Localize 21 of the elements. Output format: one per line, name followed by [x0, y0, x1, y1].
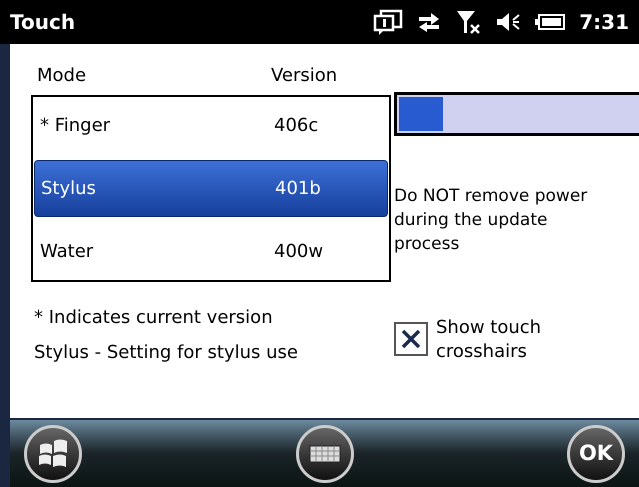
notification-icon[interactable]	[373, 9, 404, 35]
keyboard-button[interactable]	[296, 424, 354, 482]
check-x-icon	[400, 328, 422, 350]
connection-icon[interactable]	[417, 11, 442, 33]
clock: 7:31	[579, 9, 629, 36]
list-row[interactable]: Stylus 401b	[34, 160, 388, 218]
battery-icon[interactable]	[535, 14, 566, 30]
column-header: Mode	[36, 64, 88, 88]
list-row[interactable]: * Finger 406c	[34, 97, 388, 154]
mute-icon[interactable]	[495, 11, 522, 33]
warning-text: Do NOT remove power during the update process	[394, 185, 588, 256]
window-title: Touch	[10, 9, 76, 36]
column-header: Version	[271, 64, 338, 88]
keyboard-icon	[308, 444, 340, 462]
note-text: * Indicates current version	[34, 306, 274, 330]
no-signal-icon[interactable]	[455, 9, 482, 35]
list-row[interactable]: Water 400w	[34, 223, 388, 280]
crosshairs-checkbox[interactable]: Show touch crosshairs	[394, 316, 639, 364]
windows-flag-icon	[36, 438, 70, 468]
note-text: Stylus - Setting for stylus use	[34, 341, 299, 365]
ok-button[interactable]: OK	[567, 424, 625, 482]
